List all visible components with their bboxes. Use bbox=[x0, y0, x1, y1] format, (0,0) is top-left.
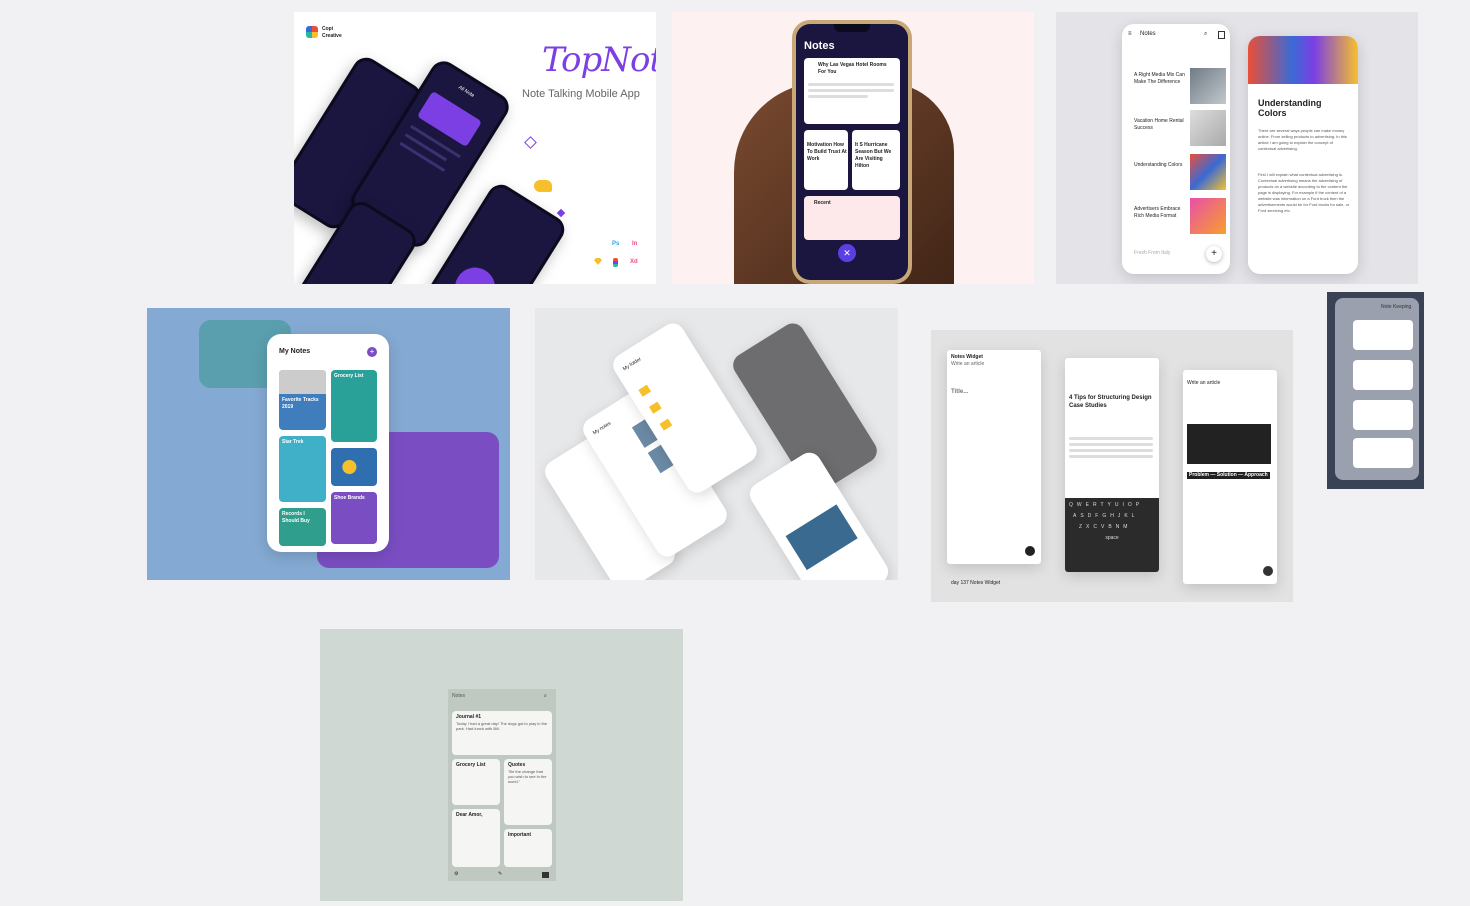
note-shoe-brands[interactable]: Shoe Brands bbox=[331, 492, 377, 544]
topnote-title: TopNote bbox=[542, 40, 656, 80]
send-button[interactable] bbox=[1025, 546, 1035, 556]
indesign-icon: In bbox=[632, 241, 638, 247]
note-star-trek[interactable]: Star Trek bbox=[279, 436, 326, 502]
add-fab[interactable]: + bbox=[1206, 246, 1222, 262]
iso-screen-5 bbox=[745, 448, 893, 580]
green-search-icon[interactable]: ⌕ bbox=[544, 693, 547, 700]
dear-amor-card[interactable]: Dear Amor, bbox=[452, 809, 500, 867]
detail-paragraph-2: First I will explain what contextual adv… bbox=[1258, 172, 1350, 213]
note-keeping-panel: Note Keeping bbox=[1335, 298, 1419, 480]
notes-list-screen: ≡ Notes ⌕ A Right Media Mix Can Make The… bbox=[1122, 24, 1230, 274]
shot-isometric[interactable]: My notes My folder bbox=[535, 308, 898, 580]
add-note-button[interactable]: + bbox=[367, 347, 377, 357]
detail-header-image bbox=[1248, 36, 1358, 84]
note-favorite-tracks[interactable]: Favorite Tracks 2019 bbox=[279, 370, 326, 430]
settings-icon[interactable]: ⚙ bbox=[454, 871, 458, 878]
green-notes-header: Notes bbox=[452, 693, 466, 699]
confetti-outline bbox=[524, 136, 537, 149]
phone-frame: Notes Why Las Vegas Hotel Rooms For You … bbox=[792, 20, 912, 284]
note-grocery-list[interactable]: Grocery List bbox=[331, 370, 377, 442]
list-item-2[interactable]: Vacation Home Rental Success bbox=[1134, 118, 1188, 132]
edit-icon[interactable]: ✎ bbox=[498, 871, 502, 878]
list-item-4[interactable]: Advertisers Embrace Rich Media Format bbox=[1134, 206, 1188, 220]
nk-card-4[interactable] bbox=[1353, 438, 1413, 468]
sketch-icon bbox=[594, 258, 602, 265]
search-icon[interactable]: ⌕ bbox=[1204, 30, 1207, 38]
list-item-3[interactable]: Understanding Colors bbox=[1134, 162, 1188, 169]
close-icon[interactable] bbox=[1263, 566, 1273, 576]
brand-logo bbox=[306, 26, 318, 38]
figma-icon bbox=[613, 258, 618, 267]
notes-icon[interactable] bbox=[542, 872, 549, 878]
list-item-5[interactable]: Fresh From Italy bbox=[1134, 250, 1188, 257]
note-card-2[interactable]: Motivation How To Build Trust At Work bbox=[804, 130, 848, 190]
detail-title: Understanding Colors bbox=[1258, 98, 1322, 118]
shot-hand-phone[interactable]: Notes Why Las Vegas Hotel Rooms For You … bbox=[672, 12, 1034, 284]
title-placeholder[interactable]: Title... bbox=[951, 388, 968, 396]
brand-name: Copi Creative bbox=[322, 26, 342, 39]
quotes-card[interactable]: Quotes "Be the change that you wish to s… bbox=[504, 759, 552, 825]
note-food-image bbox=[331, 448, 377, 486]
notes-list-header: Notes bbox=[1140, 31, 1156, 37]
shot-topnote[interactable]: Copi Creative TopNote Note Talking Mobil… bbox=[294, 12, 656, 284]
list-thumb-3 bbox=[1190, 154, 1226, 190]
widget-caption: day 137 Notes Widget bbox=[951, 580, 1001, 586]
topnote-subtitle: Note Talking Mobile App bbox=[522, 88, 640, 100]
my-notes-screen: My Notes + Favorite Tracks 2019 Grocery … bbox=[267, 334, 389, 552]
menu-icon[interactable]: ≡ bbox=[1128, 30, 1132, 38]
note-card-3[interactable]: It S Hurricane Season But We Are Visitin… bbox=[852, 130, 900, 190]
list-thumb-4 bbox=[1190, 198, 1226, 234]
confetti-yellow bbox=[534, 180, 552, 192]
note-detail-screen: Understanding Colors There are several w… bbox=[1248, 36, 1358, 274]
nk-card-3[interactable] bbox=[1353, 400, 1413, 430]
journal-card[interactable]: Journal #1 Today I had a great day! The … bbox=[452, 711, 552, 755]
shot-notes-widget[interactable]: Notes Widget Write an article Title... 4… bbox=[931, 330, 1293, 602]
widget-screen-2: 4 Tips for Structuring Design Case Studi… bbox=[1065, 358, 1159, 572]
grocery-card[interactable]: Grocery List bbox=[452, 759, 500, 805]
widget-screen-1: Notes Widget Write an article Title... bbox=[947, 350, 1041, 564]
shot-my-notes-blue[interactable]: My Notes + Favorite Tracks 2019 Grocery … bbox=[147, 308, 510, 580]
recent-card[interactable]: Recent bbox=[804, 196, 900, 240]
notes-header: Notes bbox=[804, 40, 835, 52]
list-thumb-1 bbox=[1190, 68, 1226, 104]
my-notes-title: My Notes bbox=[279, 348, 311, 355]
shot-note-keeping[interactable]: Note Keeping bbox=[1327, 292, 1424, 489]
close-fab[interactable]: ✕ bbox=[838, 244, 856, 262]
note-records[interactable]: Records I Should Buy bbox=[279, 508, 326, 546]
list-item-1[interactable]: A Right Media Mix Can Make The Differenc… bbox=[1134, 72, 1188, 86]
keyboard[interactable]: QWERTYUIOP ASDFGHJKL ZXCVBNM space bbox=[1065, 498, 1159, 572]
detail-paragraph-1: There are several ways people can make m… bbox=[1258, 128, 1347, 151]
confetti-purple bbox=[556, 208, 566, 218]
widget-screen-3: Write an article Problem — Solution — Ap… bbox=[1183, 370, 1277, 584]
bookmark-icon[interactable] bbox=[1218, 31, 1225, 39]
nk-card-1[interactable] bbox=[1353, 320, 1413, 350]
nk-card-2[interactable] bbox=[1353, 360, 1413, 390]
green-notes-screen: Notes ⌕ Journal #1 Today I had a great d… bbox=[448, 689, 556, 881]
shot-green-notes[interactable]: Notes ⌕ Journal #1 Today I had a great d… bbox=[320, 629, 683, 901]
shot-notes-detail[interactable]: ≡ Notes ⌕ A Right Media Mix Can Make The… bbox=[1056, 12, 1418, 284]
list-thumb-2 bbox=[1190, 110, 1226, 146]
important-card[interactable]: Important bbox=[504, 829, 552, 867]
ps-icon: Ps bbox=[612, 241, 620, 247]
xd-icon: Xd bbox=[630, 259, 638, 265]
note-card-1[interactable]: Why Las Vegas Hotel Rooms For You bbox=[804, 58, 900, 124]
